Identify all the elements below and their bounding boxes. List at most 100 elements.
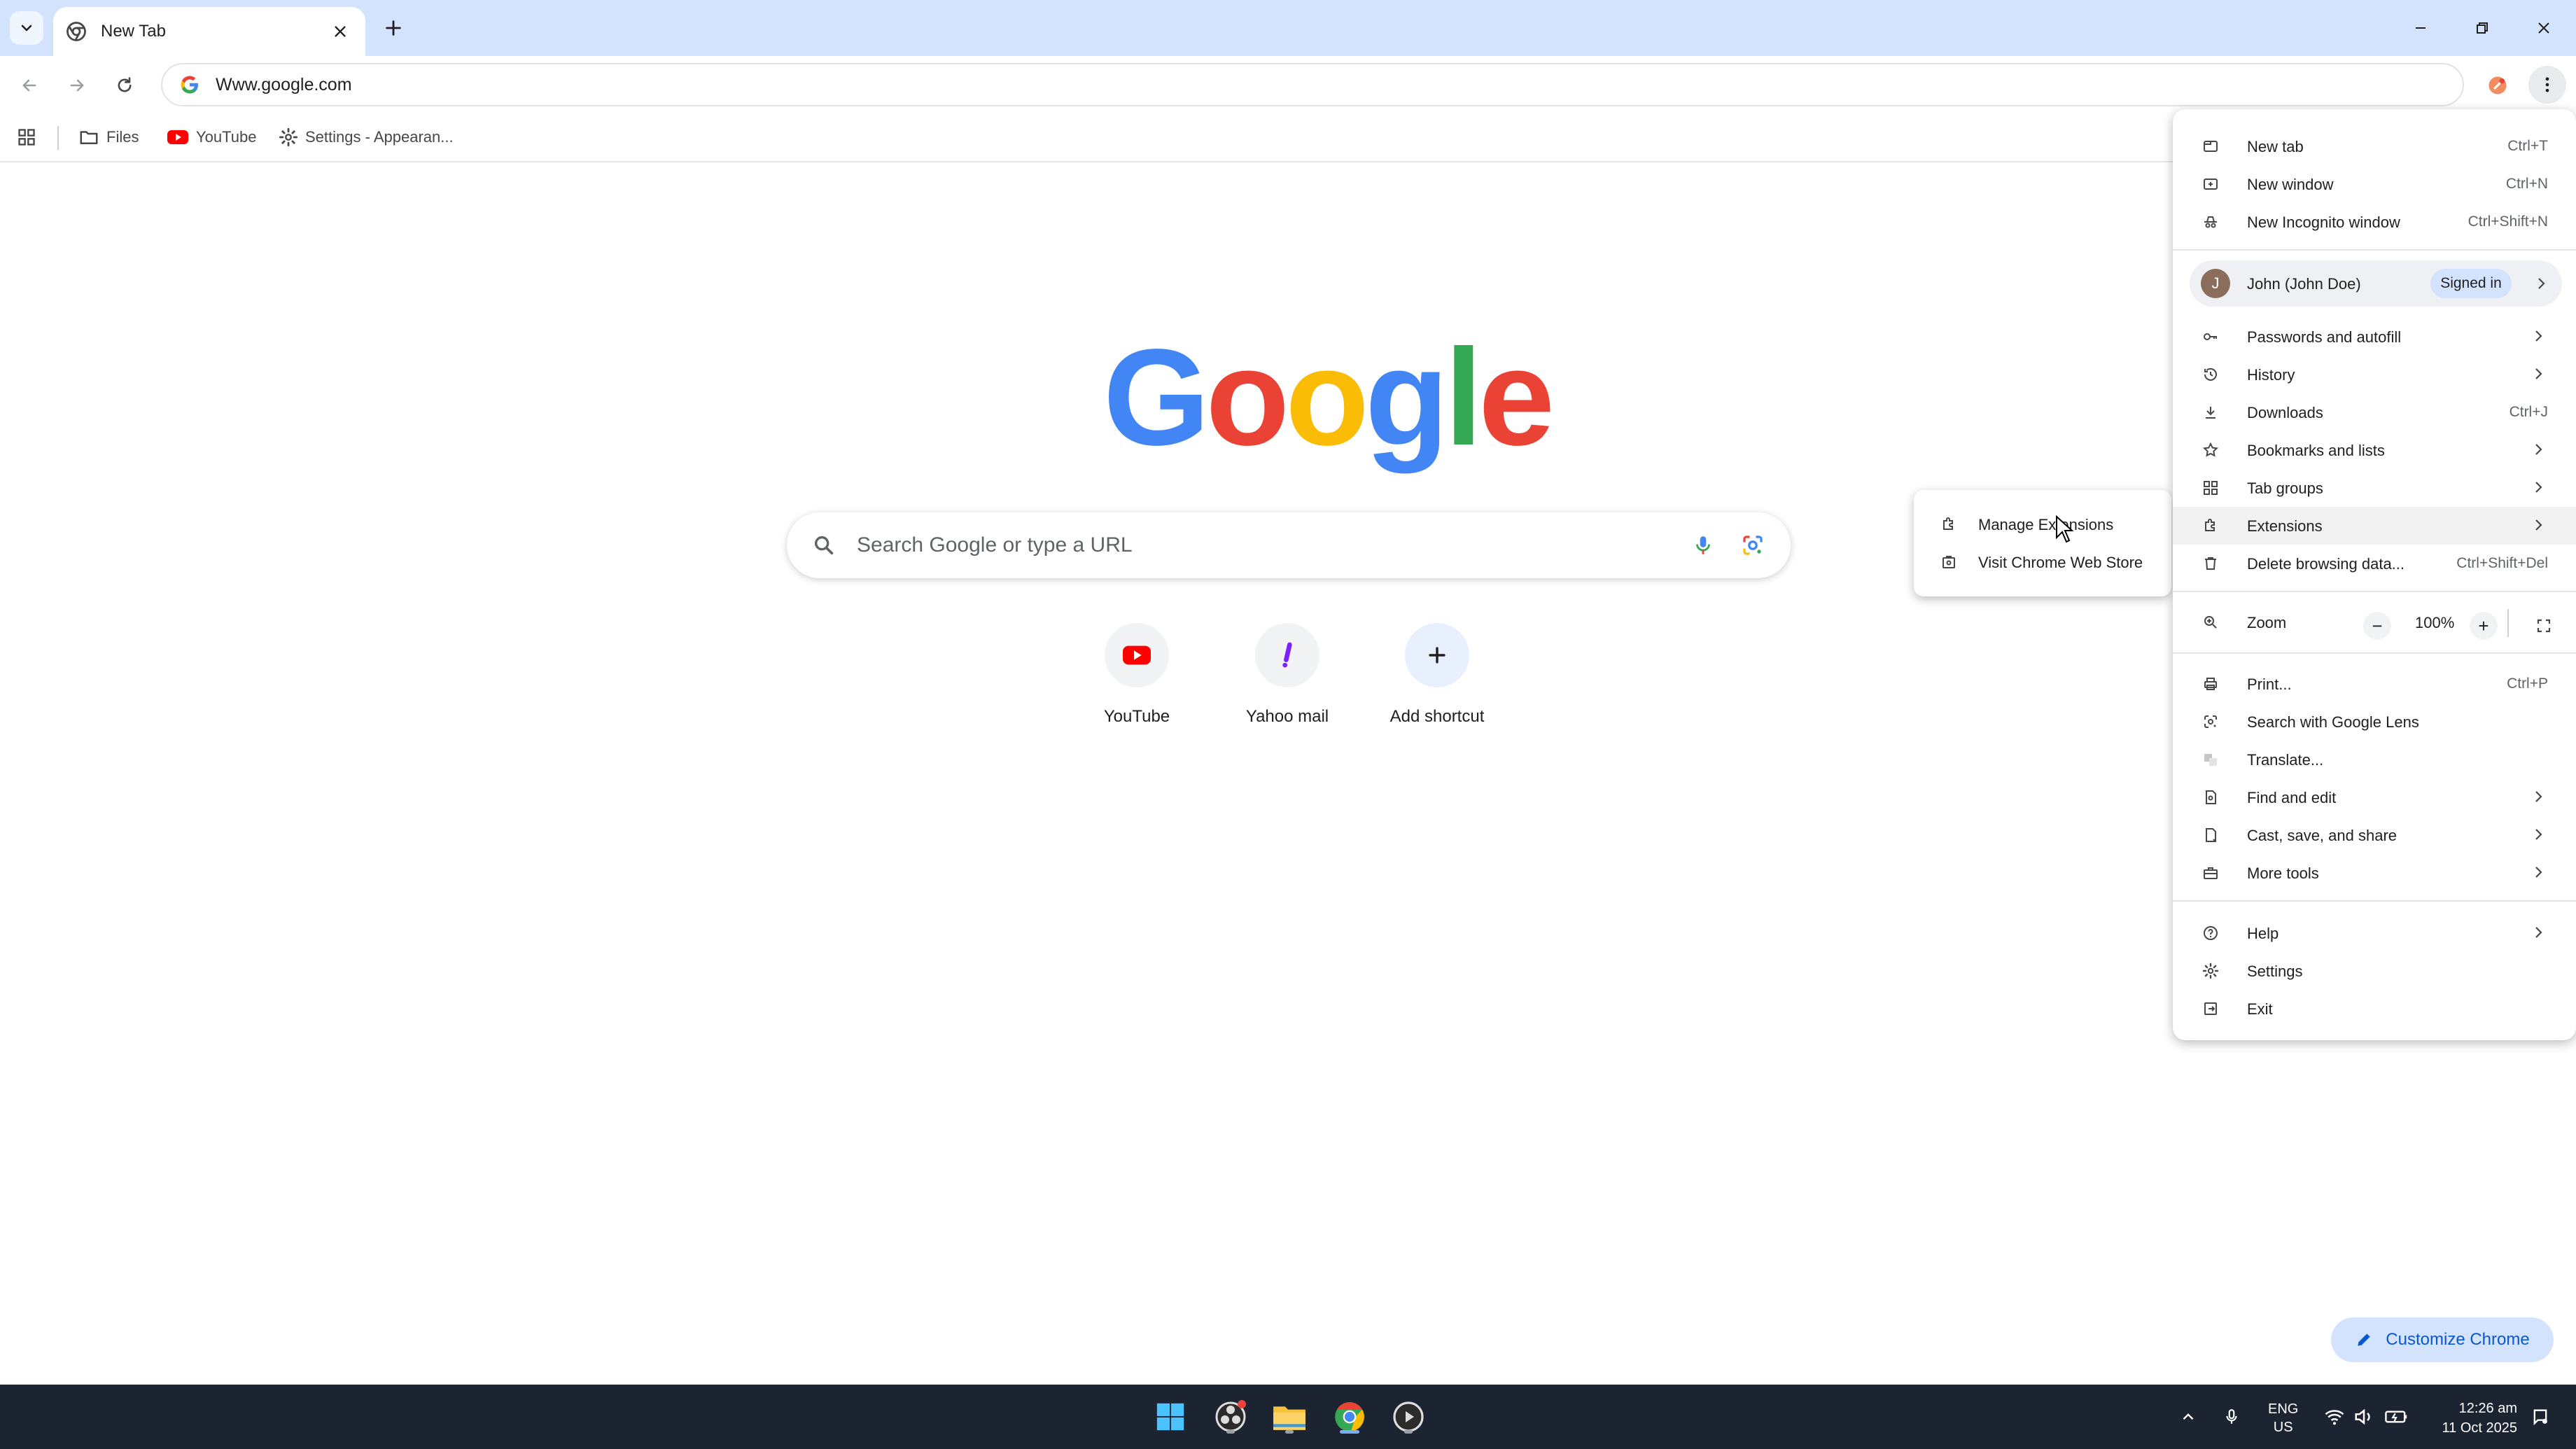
menu-profile-row[interactable]: J John (John Doe) Signed in [2190, 260, 2562, 307]
shortcut-yahoo-mail[interactable]: Yahoo mail [1217, 623, 1357, 742]
menu-item-label: New tab [2247, 138, 2304, 155]
shortcut-add[interactable]: Add shortcut [1367, 623, 1507, 742]
youtube-icon [167, 130, 188, 144]
chevron-right-icon [2535, 867, 2542, 878]
notification-icon [2533, 1409, 2547, 1426]
microphone-icon[interactable] [1691, 533, 1715, 557]
menu-item-label: Delete browsing data... [2247, 555, 2405, 573]
menu-item-bookmarks[interactable]: Bookmarks and lists [2173, 431, 2576, 469]
chevron-right-icon [2535, 791, 2542, 802]
arrow-right-icon [70, 79, 84, 92]
google-lens-icon[interactable] [1740, 533, 1765, 558]
restore-icon [2477, 22, 2488, 34]
menu-item-label: More tools [2247, 864, 2319, 882]
extension-icon[interactable] [2484, 71, 2512, 99]
volume-tray-button[interactable] [2346, 1396, 2381, 1438]
reload-button[interactable] [109, 70, 140, 101]
chevron-right-icon [2535, 444, 2542, 455]
system-clock[interactable]: 12:26 am 11 Oct 2025 [2426, 1399, 2517, 1438]
search-icon [814, 536, 834, 555]
forward-button[interactable] [62, 70, 92, 101]
menu-item-help[interactable]: Help [2173, 914, 2576, 952]
taskbar-app-obs[interactable] [1210, 1396, 1252, 1438]
logo-letter: g [1364, 321, 1449, 474]
taskbar-app-file-explorer[interactable] [1268, 1396, 1310, 1438]
folder-icon [1273, 1406, 1306, 1430]
menu-item-find-edit[interactable]: Find and edit [2173, 778, 2576, 816]
bookmark-settings[interactable]: Settings - Appearan... [279, 123, 454, 151]
battery-tray-button[interactable] [2379, 1396, 2414, 1438]
battery-charging-icon [2385, 1410, 2407, 1423]
shortcut-tile [1105, 623, 1169, 687]
restore-button[interactable] [2461, 11, 2503, 45]
google-g-icon [181, 76, 198, 94]
input-language[interactable]: ENG US [2268, 1400, 2298, 1436]
menu-item-extensions[interactable]: Extensions [2173, 507, 2576, 545]
minimize-icon [2416, 27, 2426, 29]
menu-item-manage-extensions[interactable]: Manage Extensions [1914, 505, 2171, 543]
notifications-button[interactable] [2523, 1396, 2558, 1438]
language-region: US [2273, 1420, 2293, 1435]
shortcut-youtube[interactable]: YouTube [1067, 623, 1207, 742]
menu-item-chrome-web-store[interactable]: Visit Chrome Web Store [1914, 543, 2171, 581]
back-button[interactable] [14, 70, 45, 101]
tab-close-button[interactable] [328, 19, 353, 44]
logo-letter: o [1285, 321, 1369, 474]
new-tab-icon [2204, 141, 2218, 152]
chevron-right-icon [2535, 330, 2542, 342]
show-hidden-icons-button[interactable] [2169, 1396, 2208, 1438]
arrow-left-icon [22, 79, 36, 92]
bookmark-label: Files [106, 128, 139, 146]
bookmark-youtube[interactable]: YouTube [167, 123, 256, 151]
chrome-menu: New tab Ctrl+T New window Ctrl+N New Inc… [2173, 109, 2576, 1040]
menu-item-label: Passwords and autofill [2247, 328, 2402, 346]
apps-button[interactable] [17, 123, 43, 151]
microphone-tray-button[interactable] [2212, 1396, 2251, 1438]
customize-chrome-button[interactable]: Customize Chrome [2331, 1317, 2554, 1362]
shortcut-label: Add shortcut [1390, 707, 1485, 726]
menu-item-google-lens[interactable]: Search with Google Lens [2173, 703, 2576, 741]
minimize-button[interactable] [2400, 11, 2442, 45]
menu-item-cast-save-share[interactable]: Cast, save, and share [2173, 816, 2576, 854]
start-button[interactable] [1149, 1396, 1191, 1438]
gear-icon [2202, 962, 2219, 979]
menu-item-print[interactable]: Print... Ctrl+P [2173, 665, 2576, 703]
menu-item-exit[interactable]: Exit [2173, 990, 2576, 1028]
title-bar: New Tab [0, 0, 2576, 56]
menu-item-settings[interactable]: Settings [2173, 952, 2576, 990]
tab-search-button[interactable] [10, 11, 43, 45]
cast-icon [2206, 828, 2216, 842]
menu-item-new-tab[interactable]: New tab Ctrl+T [2173, 127, 2576, 165]
address-bar[interactable]: Www.google.com [161, 63, 2464, 106]
more-vert-icon [2545, 77, 2549, 92]
gear-icon [279, 127, 298, 147]
menu-item-passwords[interactable]: Passwords and autofill [2173, 318, 2576, 356]
menu-item-tab-groups[interactable]: Tab groups [2173, 469, 2576, 507]
ntp-search-box[interactable]: Search Google or type a URL [787, 512, 1791, 578]
fullscreen-button[interactable] [2530, 612, 2558, 640]
chrome-menu-button[interactable] [2528, 66, 2566, 104]
menu-item-downloads[interactable]: Downloads Ctrl+J [2173, 393, 2576, 431]
menu-item-new-incognito[interactable]: New Incognito window Ctrl+Shift+N [2173, 203, 2576, 241]
taskbar-app-media-player[interactable] [1387, 1396, 1429, 1438]
chevron-right-icon [2535, 482, 2542, 493]
menu-item-new-window[interactable]: New window Ctrl+N [2173, 165, 2576, 203]
new-tab-button[interactable] [378, 13, 409, 43]
window-close-button[interactable] [2523, 11, 2565, 45]
menu-item-history[interactable]: History [2173, 356, 2576, 393]
logo-letter: e [1478, 321, 1555, 474]
fullscreen-icon [2537, 619, 2551, 633]
clock-time: 12:26 am [2458, 1401, 2517, 1416]
shortcut-tile [1405, 623, 1469, 687]
menu-item-more-tools[interactable]: More tools [2173, 854, 2576, 892]
zoom-out-button[interactable]: − [2363, 612, 2391, 640]
obs-icon [1215, 1400, 1246, 1432]
tab-new-tab[interactable]: New Tab [53, 7, 365, 56]
wifi-icon [2325, 1410, 2344, 1425]
taskbar-app-chrome[interactable] [1329, 1396, 1371, 1438]
bookmark-files[interactable]: Files [78, 123, 139, 151]
menu-item-shortcut: Ctrl+T [2507, 138, 2548, 154]
menu-item-delete-browsing-data[interactable]: Delete browsing data... Ctrl+Shift+Del [2173, 545, 2576, 582]
menu-item-translate[interactable]: Translate... [2173, 741, 2576, 778]
zoom-in-button[interactable]: + [2470, 612, 2498, 640]
